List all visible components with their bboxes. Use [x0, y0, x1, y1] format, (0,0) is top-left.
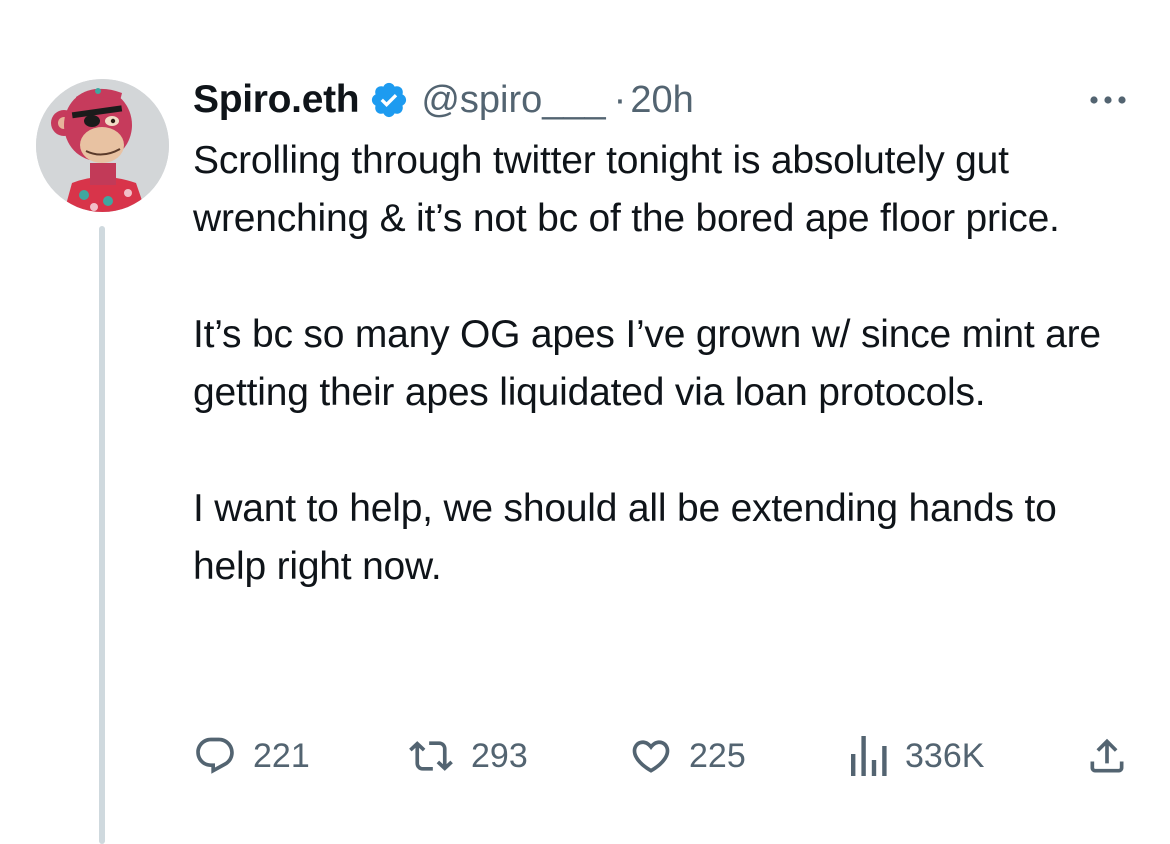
views-chart-icon [849, 734, 889, 778]
timestamp[interactable]: 20h [630, 79, 693, 122]
reply-count: 221 [253, 736, 310, 775]
views-count: 336K [905, 736, 985, 775]
like-button[interactable]: 225 [629, 726, 746, 786]
tweet-text: Scrolling through twitter tonight is abs… [193, 132, 1133, 596]
reply-icon [193, 734, 237, 778]
more-options-icon[interactable] [1086, 86, 1130, 114]
user-handle[interactable]: @spiro___ [421, 79, 605, 122]
retweet-icon [407, 734, 455, 778]
reply-button[interactable]: 221 [193, 726, 310, 786]
tweet-paragraph: Scrolling through twitter tonight is abs… [193, 139, 1060, 240]
views-button[interactable]: 336K [849, 726, 984, 786]
header-separator: · [613, 78, 627, 121]
thread-line [99, 226, 105, 844]
tweet-header: Spiro.eth @spiro___ · 20h [193, 72, 1130, 128]
display-name[interactable]: Spiro.eth [193, 78, 360, 122]
retweet-count: 293 [471, 736, 528, 775]
tweet-paragraph: It’s bc so many OG apes I’ve grown w/ si… [193, 313, 1101, 414]
tweet-paragraph: I want to help, we should all be extendi… [193, 487, 1057, 588]
like-count: 225 [689, 736, 746, 775]
share-icon [1085, 734, 1129, 778]
heart-icon [629, 734, 673, 778]
avatar[interactable] [36, 79, 169, 212]
bored-ape-avatar-image [36, 79, 169, 212]
verified-badge-icon [369, 80, 409, 120]
share-button[interactable] [1085, 726, 1129, 786]
tweet-actions: 221 293 225 336K [193, 726, 1133, 786]
retweet-button[interactable]: 293 [407, 726, 528, 786]
tweet: Spiro.eth @spiro___ · 20h Scrolling thro… [0, 0, 1170, 844]
